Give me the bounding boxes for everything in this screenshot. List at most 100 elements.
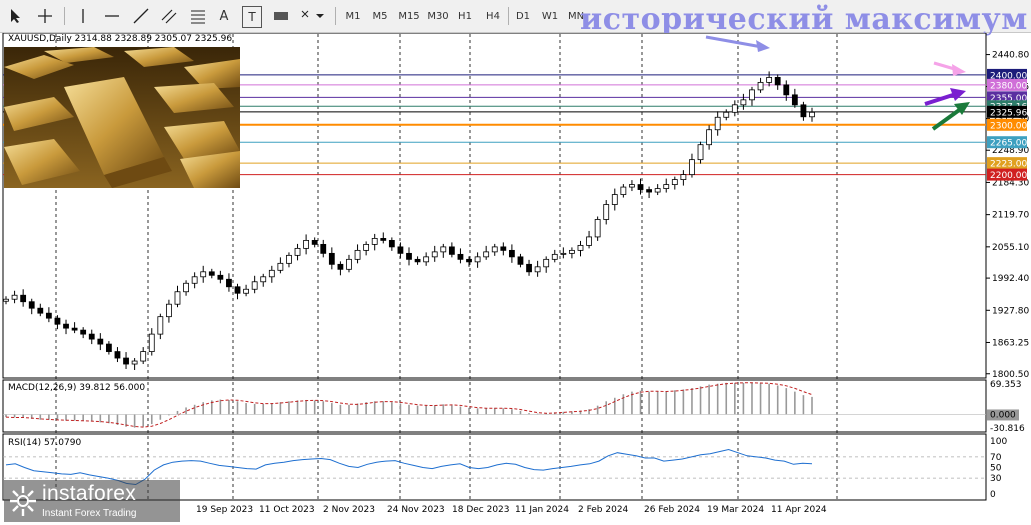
candle-body-6 [54,317,61,325]
date-label-6: 2 Feb 2024 [578,505,629,515]
level-tag-5: 2300.00 [990,121,1027,131]
candle-body-9 [80,329,87,335]
candle-body-5 [45,312,52,319]
price-tick-10: 1800.50 [992,370,1029,380]
candle-body-36 [311,240,318,245]
candle-body-27 [234,286,241,294]
timeframe-m1[interactable]: M1 [342,6,364,26]
date-label-4: 18 Dec 2023 [452,505,510,515]
rsi-tick-2: 50 [990,464,1002,474]
candle-body-7 [63,323,69,329]
candle-body-83 [714,116,721,131]
candle-body-14 [123,357,129,365]
candle-body-84 [723,111,730,118]
candle-body-92 [791,94,798,106]
candle-body-61 [526,263,532,273]
date-label-7: 26 Feb 2024 [644,505,701,515]
candle-body-70 [603,204,610,220]
rsi-axis: 100 705030 0 [990,437,1007,500]
trendline-icon[interactable] [130,6,152,26]
date-label-1: 11 Oct 2023 [259,505,315,515]
candle-body-38 [328,252,335,265]
text-label-tool-button[interactable]: T [242,6,262,28]
macd-tick-2: -30.816 [990,424,1025,434]
crosshair-icon[interactable] [34,6,56,26]
candle-body-25 [217,274,224,280]
price-tick-6: 2055.10 [992,243,1029,253]
level-tag-6: 2265.00 [990,139,1027,149]
candle-body-82 [706,129,713,146]
candle-body-66 [569,249,575,254]
timeframe-h4[interactable]: H4 [482,6,504,26]
fibonacci-icon[interactable] [187,6,209,26]
arrows-dropdown-icon[interactable] [298,6,328,26]
candle-body-45 [388,240,395,248]
text-tool-button[interactable]: A [215,6,233,26]
symbol-label: XAUUSD,Daily 2314.88 2328.89 2305.07 232… [8,34,233,44]
candle-body-91 [783,84,790,96]
candle-body-53 [457,253,464,260]
candle-body-16 [140,351,147,362]
candle-body-33 [286,254,292,264]
date-label-0: 19 Sep 2023 [196,505,254,515]
level-price-tags: 2400.002380.002355.002337.162325.962300.… [987,68,1027,181]
equidistant-channel-icon[interactable] [158,6,180,26]
candle-body-65 [560,252,567,255]
candle-body-62 [534,266,541,273]
level-tag-4: 2325.96 [990,108,1027,118]
rsi-label: RSI(14) 57.0790 [8,438,82,448]
vertical-line-icon[interactable] [74,6,92,26]
timeframe-d1[interactable]: D1 [513,6,533,26]
candle-body-40 [346,258,352,270]
candle-body-68 [586,236,592,246]
candle-body-12 [105,343,112,352]
candle-body-88 [757,81,764,91]
candle-body-49 [423,256,430,263]
candle-body-19 [166,303,172,318]
candle-body-11 [97,338,104,345]
date-label-3: 24 Nov 2023 [387,505,445,515]
candle-body-78 [671,179,678,185]
timeframe-h1[interactable]: H1 [454,6,476,26]
rectangle-icon[interactable] [270,6,292,26]
candle-body-71 [611,194,618,205]
candle-body-79 [680,174,687,180]
candle-body-23 [200,271,207,278]
candle-body-57 [491,246,498,253]
candle-body-24 [208,271,215,276]
candle-body-3 [28,301,35,309]
candle-body-89 [766,77,773,83]
candle-body-41 [354,249,361,260]
headline: исторический максимум [580,2,1028,37]
timeframe-m15[interactable]: M15 [396,6,422,26]
rsi-tick-3: 30 [990,474,1002,484]
candle-body-69 [594,219,601,238]
watermark-tagline: Instant Forex Trading [42,508,137,519]
candle-body-58 [500,246,507,251]
candle-body-34 [294,247,301,256]
candle-body-31 [268,269,275,278]
timeframe-w1[interactable]: W1 [539,6,561,26]
candle-body-52 [448,246,455,255]
candle-body-8 [71,327,78,331]
rsi-tick-4: 0 [990,490,996,500]
candle-body-26 [226,278,232,288]
price-tick-5: 2119.70 [992,211,1029,221]
timeframe-m5[interactable]: M5 [369,6,391,26]
candle-body-37 [320,243,327,254]
candle-body-67 [577,244,584,251]
horizontal-line-icon[interactable] [101,6,123,26]
candle-body-10 [88,333,95,340]
watermark-brand: instaforex [42,482,137,505]
candle-body-43 [371,238,378,245]
date-label-9: 11 Apr 2024 [771,505,827,515]
candle-body-63 [543,258,550,268]
candle-body-86 [740,99,747,106]
instaforex-watermark: instaforex Instant Forex Trading [4,480,180,522]
candle-body-46 [397,246,404,254]
candle-body-64 [551,253,558,260]
cursor-icon[interactable] [6,6,26,26]
level-tag-8: 2200.00 [990,171,1027,181]
timeframe-m30[interactable]: M30 [425,6,451,26]
candle-body-18 [157,316,164,335]
